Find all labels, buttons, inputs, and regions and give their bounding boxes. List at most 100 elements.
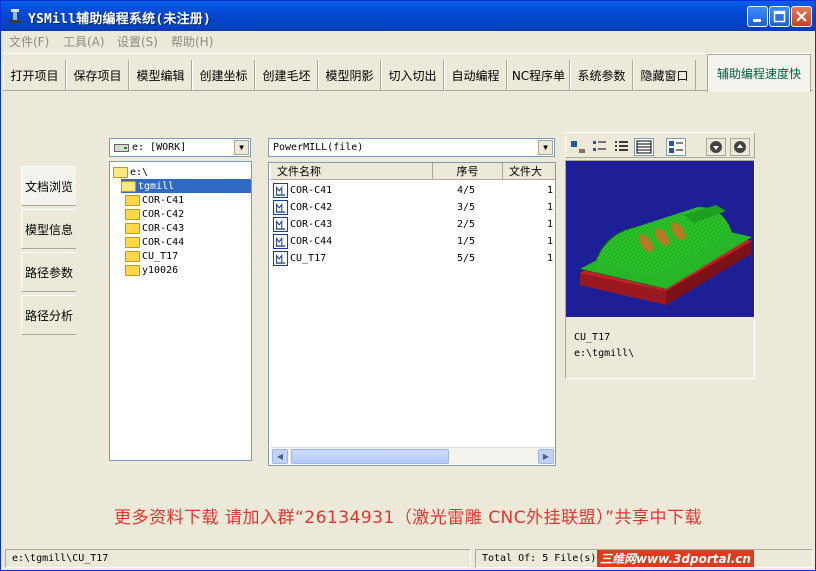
model-edit-button[interactable]: 模型编辑 bbox=[129, 60, 192, 90]
file-size: 1 bbox=[547, 185, 554, 196]
nc-program-sheet-button[interactable]: NC程序单 bbox=[507, 60, 570, 90]
speed-tab[interactable]: 辅助编程速度快 bbox=[707, 54, 811, 92]
app-icon bbox=[9, 9, 21, 23]
maximize-icon bbox=[773, 10, 786, 23]
folder-tree[interactable]: e:\ tgmill COR-C41 COR-C42 COR-C43 COR-C… bbox=[109, 161, 252, 461]
system-params-button[interactable]: 系统参数 bbox=[570, 60, 633, 90]
list-icon bbox=[615, 141, 628, 151]
file-type-select-value: PowerMILL(file) bbox=[273, 142, 364, 153]
tree-item-y10026[interactable]: y10026 bbox=[125, 263, 178, 277]
move-up-button[interactable] bbox=[730, 138, 750, 156]
toolbar: 打开项目 保存项目 模型编辑 创建坐标 创建毛坯 模型阴影 切入切出 自动编程 … bbox=[3, 53, 813, 92]
file-seq: 3/5 bbox=[457, 202, 476, 213]
column-header-name[interactable]: 文件名称 bbox=[271, 163, 433, 180]
menu-help[interactable]: 帮助(H) bbox=[171, 33, 213, 50]
close-button[interactable] bbox=[791, 6, 812, 27]
folder-icon bbox=[125, 264, 140, 276]
menu-bar: 文件(F) 工具(A) 设置(S) 帮助(H) bbox=[1, 31, 815, 51]
create-coordinate-button[interactable]: 创建坐标 bbox=[192, 60, 255, 90]
tree-item-cor-c41[interactable]: COR-C41 bbox=[125, 193, 184, 207]
thumbnail-view-button[interactable] bbox=[666, 138, 686, 156]
file-seq: 1/5 bbox=[457, 236, 476, 247]
minimize-button[interactable] bbox=[747, 6, 768, 27]
file-size: 1 bbox=[547, 202, 554, 213]
file-name: COR-C44 bbox=[290, 236, 333, 247]
watermark-text: 三维网www.3dportal.cn bbox=[597, 550, 754, 567]
small-icons-view-button[interactable] bbox=[590, 138, 610, 156]
powermill-file-icon bbox=[273, 234, 288, 249]
folder-icon bbox=[125, 208, 140, 220]
list-view-button[interactable] bbox=[612, 138, 632, 156]
file-name: COR-C41 bbox=[290, 185, 333, 196]
powermill-file-icon bbox=[273, 217, 288, 232]
scroll-left-icon[interactable]: ◀ bbox=[272, 449, 288, 464]
tab-model-info[interactable]: 模型信息 bbox=[21, 209, 76, 249]
arrow-down-icon bbox=[710, 141, 722, 153]
create-stock-button[interactable]: 创建毛坯 bbox=[255, 60, 318, 90]
view-toolbar bbox=[565, 132, 755, 158]
file-name: CU_T17 bbox=[290, 253, 327, 264]
save-project-button[interactable]: 保存项目 bbox=[66, 60, 129, 90]
file-type-select[interactable]: PowerMILL(file) ▼ bbox=[268, 138, 555, 157]
window-title: YSMill辅助编程系统(未注册) bbox=[28, 12, 212, 27]
file-row[interactable]: COR-C43 2/5 1 bbox=[271, 217, 553, 233]
drive-select[interactable]: e: [WORK] ▼ bbox=[109, 138, 251, 157]
file-row[interactable]: COR-C44 1/5 1 bbox=[271, 234, 553, 250]
open-folder-icon bbox=[121, 180, 136, 192]
status-path: e:\tgmill\CU_T17 bbox=[5, 549, 471, 568]
tree-item-tgmill[interactable]: tgmill bbox=[121, 179, 251, 193]
tree-item-cor-c44[interactable]: COR-C44 bbox=[125, 235, 184, 249]
column-header-size[interactable]: 文件大 bbox=[503, 163, 555, 180]
move-down-button[interactable] bbox=[706, 138, 726, 156]
tab-path-params[interactable]: 路径参数 bbox=[21, 252, 76, 292]
title-bar[interactable]: YSMill辅助编程系统(未注册) bbox=[1, 1, 815, 31]
details-view-button[interactable] bbox=[634, 138, 654, 156]
tab-document-browse[interactable]: 文档浏览 bbox=[21, 166, 76, 206]
close-icon bbox=[796, 11, 807, 22]
file-row[interactable]: CU_T17 5/5 1 bbox=[271, 251, 553, 267]
menu-settings[interactable]: 设置(S) bbox=[117, 33, 158, 50]
file-list[interactable]: 文件名称 序号 文件大 COR-C41 4/5 1 COR-C42 3/5 1 … bbox=[268, 162, 556, 466]
scroll-thumb[interactable] bbox=[291, 449, 449, 464]
drive-dropdown-arrow[interactable]: ▼ bbox=[234, 140, 249, 155]
hide-window-button[interactable]: 隐藏窗口 bbox=[633, 60, 696, 90]
model-shading-button[interactable]: 模型阴影 bbox=[318, 60, 381, 90]
powermill-file-icon bbox=[273, 200, 288, 215]
tree-item-cu-t17[interactable]: CU_T17 bbox=[125, 249, 178, 263]
file-seq: 2/5 bbox=[457, 219, 476, 230]
preview-file-path: e:\tgmill\ bbox=[574, 348, 635, 359]
preview-file-name: CU_T17 bbox=[574, 332, 611, 343]
file-type-dropdown-arrow[interactable]: ▼ bbox=[538, 140, 553, 155]
menu-tools[interactable]: 工具(A) bbox=[63, 33, 105, 50]
tab-path-analysis[interactable]: 路径分析 bbox=[21, 295, 76, 335]
small-icons-icon bbox=[593, 141, 606, 151]
file-row[interactable]: COR-C42 3/5 1 bbox=[271, 200, 553, 216]
tree-item-drive[interactable]: e:\ bbox=[113, 165, 148, 179]
file-size: 1 bbox=[547, 236, 554, 247]
lead-in-out-button[interactable]: 切入切出 bbox=[381, 60, 444, 90]
model-preview-image bbox=[566, 161, 754, 317]
drive-select-value: e: [WORK] bbox=[132, 142, 187, 153]
powermill-file-icon bbox=[273, 183, 288, 198]
column-header-seq[interactable]: 序号 bbox=[433, 163, 503, 180]
tree-item-cor-c42[interactable]: COR-C42 bbox=[125, 207, 184, 221]
folder-icon bbox=[125, 194, 140, 206]
arrow-up-icon bbox=[734, 141, 746, 153]
main-window: YSMill辅助编程系统(未注册) 文件(F) 工具(A) 设置(S) 帮助(H… bbox=[0, 0, 816, 571]
horizontal-scrollbar[interactable]: ◀ ▶ bbox=[271, 447, 555, 464]
file-row[interactable]: COR-C41 4/5 1 bbox=[271, 183, 553, 199]
scroll-right-icon[interactable]: ▶ bbox=[538, 449, 554, 464]
powermill-file-icon bbox=[273, 251, 288, 266]
file-size: 1 bbox=[547, 219, 554, 230]
tree-item-cor-c43[interactable]: COR-C43 bbox=[125, 221, 184, 235]
open-project-button[interactable]: 打开项目 bbox=[3, 60, 66, 90]
large-icons-view-button[interactable] bbox=[568, 138, 588, 156]
drive-icon bbox=[114, 144, 129, 152]
auto-programming-button[interactable]: 自动编程 bbox=[444, 60, 507, 90]
file-name: COR-C43 bbox=[290, 219, 333, 230]
minimize-icon bbox=[753, 19, 761, 22]
maximize-button[interactable] bbox=[769, 6, 790, 27]
folder-icon bbox=[125, 222, 140, 234]
menu-file[interactable]: 文件(F) bbox=[9, 33, 49, 50]
folder-icon bbox=[125, 236, 140, 248]
